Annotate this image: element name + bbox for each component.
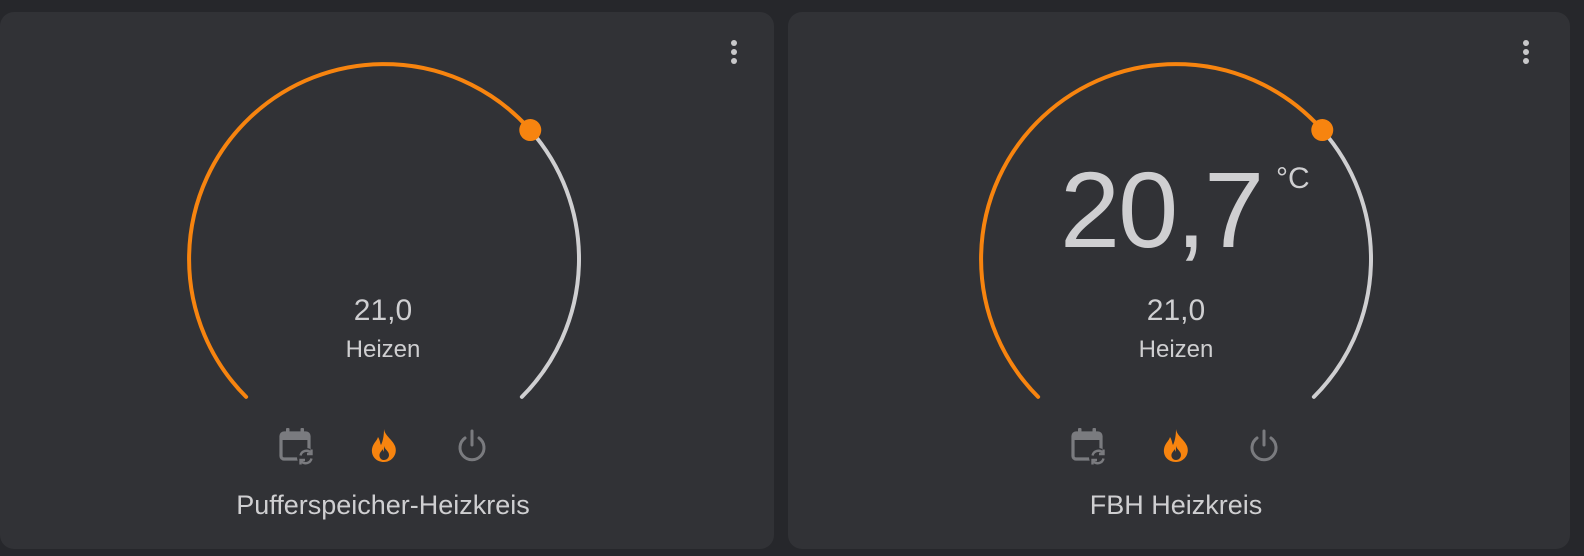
mode-off-button[interactable] <box>452 426 492 466</box>
temperature-dial[interactable] <box>788 12 1570 549</box>
fire-icon <box>371 429 396 462</box>
calendar-sync-icon <box>1071 428 1107 466</box>
thermostat-card-fbh: 20,7 °C 21,0 Heizen FBH Heizkreis <box>788 12 1570 549</box>
thermostat-card-pufferspeicher: 21,0 Heizen Pufferspeicher-Heizkreis <box>0 12 774 549</box>
target-temperature: 21,0 <box>353 294 413 327</box>
fire-icon <box>1163 429 1188 462</box>
target-temperature: 21,0 <box>1146 294 1206 327</box>
current-temperature: 20,7 <box>1060 149 1264 270</box>
card-title: Pufferspeicher-Heizkreis <box>236 490 530 520</box>
card-title: FBH Heizkreis <box>1089 490 1263 520</box>
mode-off-button[interactable] <box>1244 426 1284 466</box>
mode-heat-button[interactable] <box>364 426 404 466</box>
dial-track-inactive <box>519 128 581 399</box>
hvac-action-label: Heizen <box>345 336 421 363</box>
power-icon <box>458 429 486 462</box>
mode-schedule-button[interactable] <box>277 426 317 466</box>
hvac-action-label: Heizen <box>1138 336 1214 363</box>
temperature-dial[interactable] <box>0 12 774 549</box>
power-icon <box>1250 429 1278 462</box>
temperature-unit: °C <box>1276 162 1310 195</box>
setpoint-handle[interactable] <box>519 119 542 142</box>
setpoint-handle[interactable] <box>1311 119 1334 142</box>
dial-track-inactive <box>1311 128 1373 399</box>
mode-heat-button[interactable] <box>1156 426 1196 466</box>
calendar-sync-icon <box>279 428 315 466</box>
mode-schedule-button[interactable] <box>1069 426 1109 466</box>
